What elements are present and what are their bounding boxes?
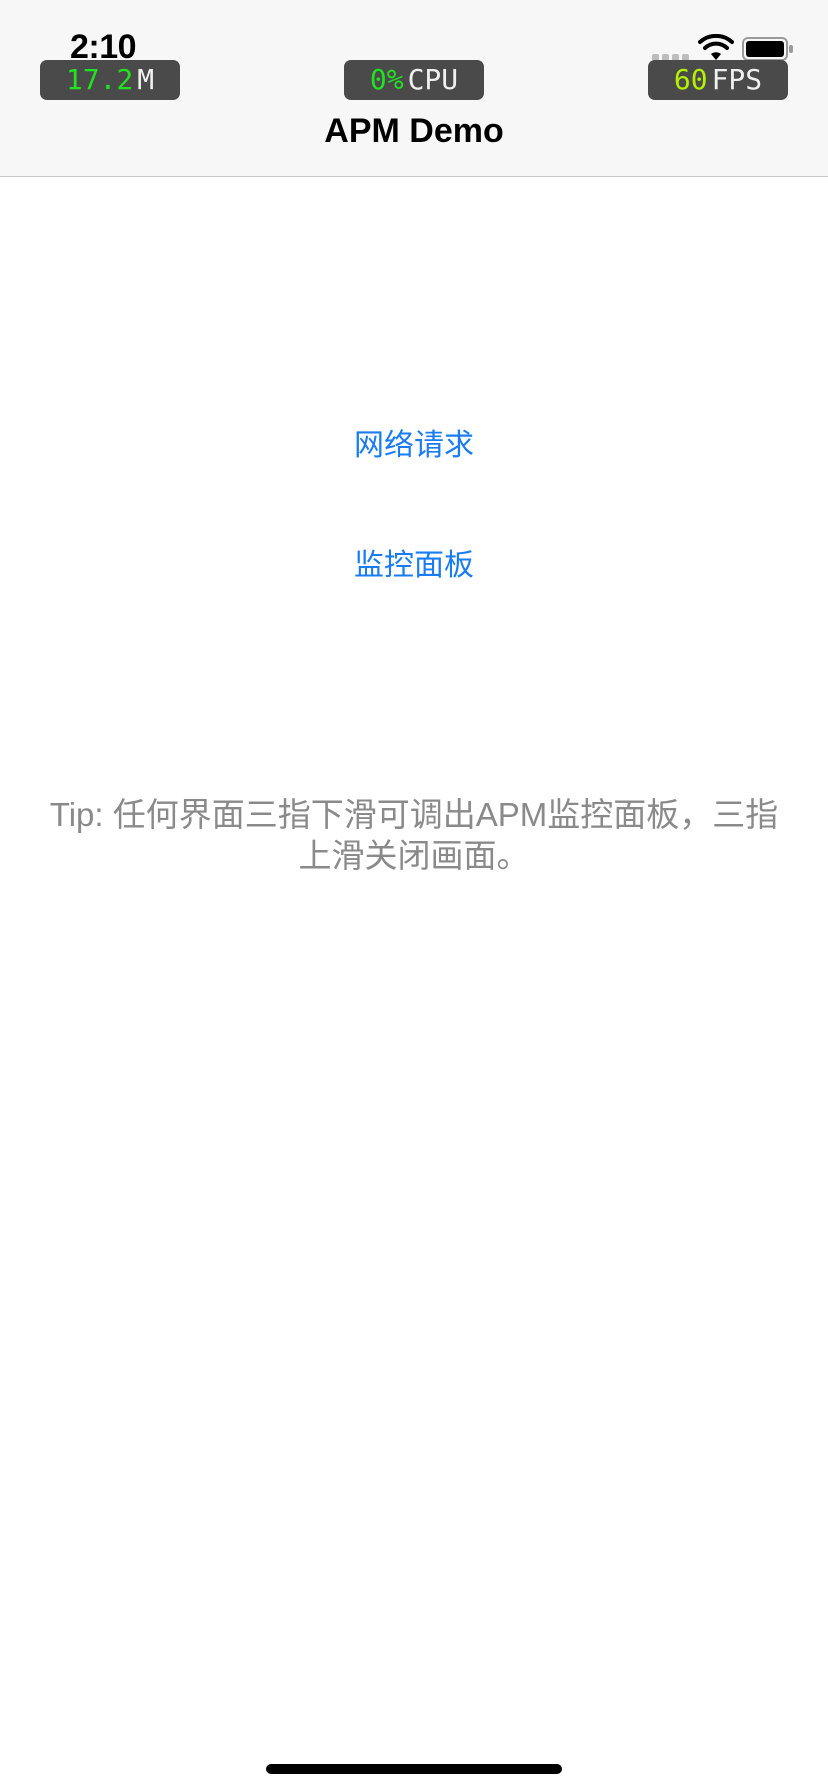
fps-unit: FPS [711,63,763,96]
fps-badge: 60 FPS [648,60,788,100]
tip-text: Tip: 任何界面三指下滑可调出APM监控面板，三指上滑关闭画面。 [49,796,779,874]
home-indicator[interactable] [266,1764,562,1774]
wifi-icon [698,34,734,60]
cpu-value: 0% [369,63,404,96]
navigation-bar: 2:10 17.2 M 0% CPU 60 FPS APM Demo [0,0,828,177]
fps-value: 60 [673,63,708,96]
page-title: APM Demo [324,112,504,150]
cpu-unit: CPU [407,63,459,96]
cpu-usage-badge: 0% CPU [344,60,484,100]
memory-usage-badge: 17.2 M [40,60,180,100]
memory-unit: M [137,63,155,96]
monitor-panel-button[interactable]: 监控面板 [314,546,514,586]
network-request-button[interactable]: 网络请求 [314,426,514,466]
battery-icon [742,37,793,61]
memory-value: 17.2 [65,63,134,96]
